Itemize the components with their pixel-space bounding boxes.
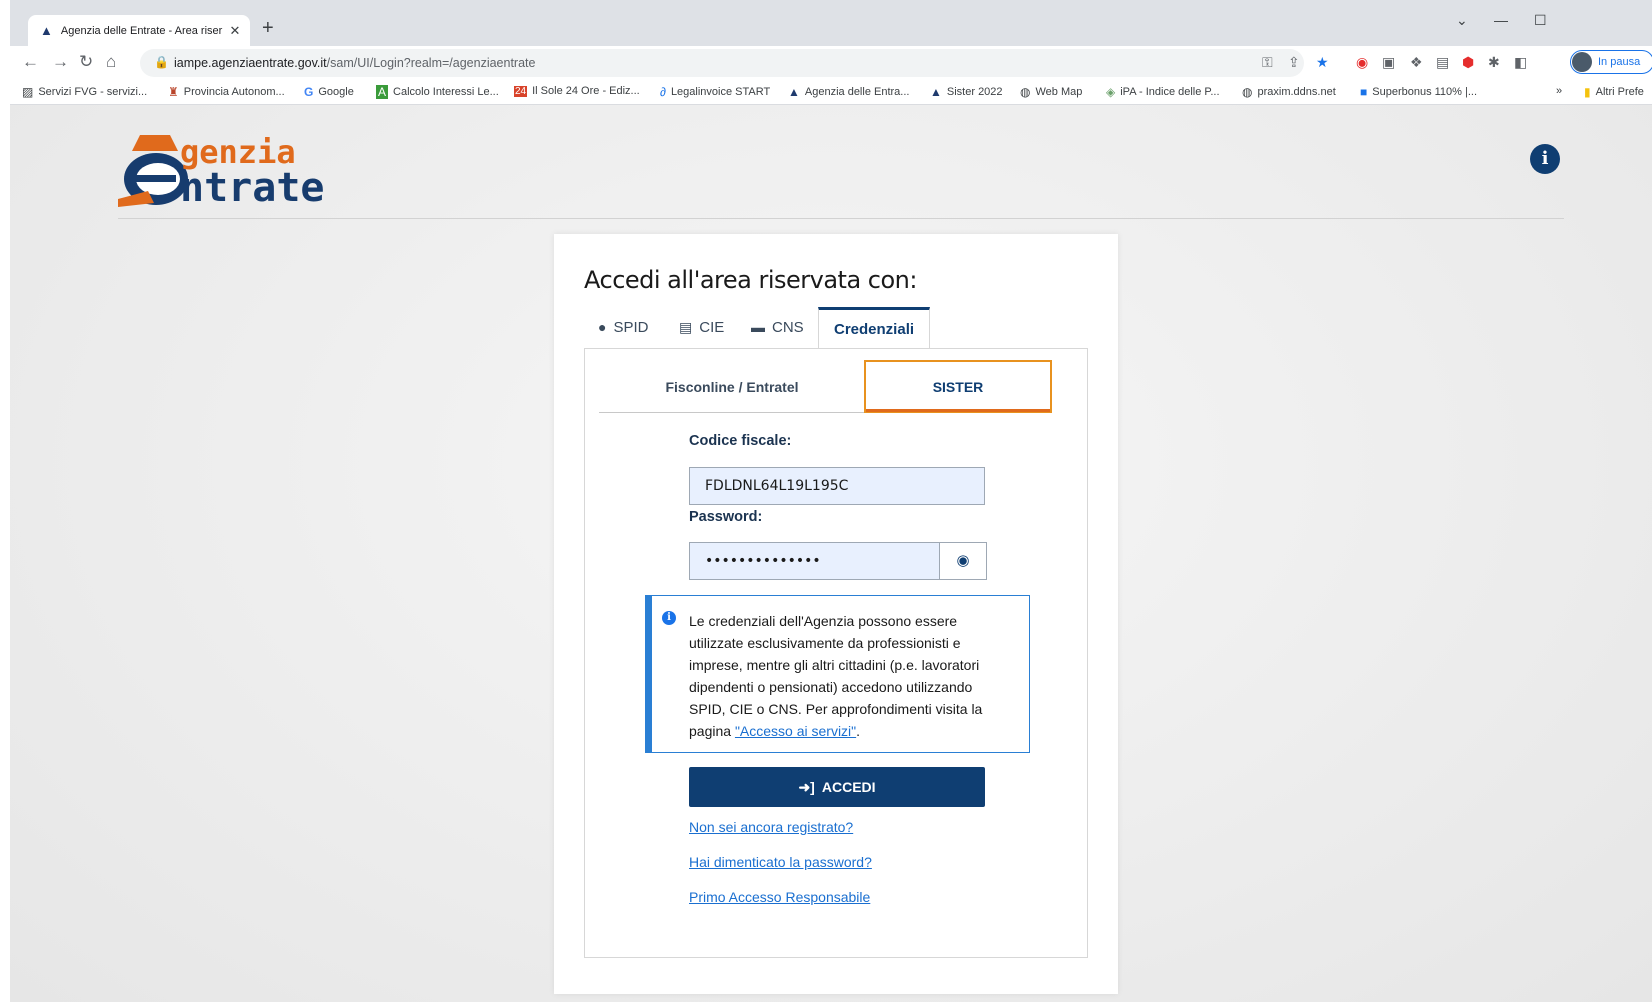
forward-icon[interactable]: → — [52, 52, 69, 72]
profile-status: In pausa — [1598, 56, 1641, 68]
reader-icon[interactable]: ▤ — [1436, 54, 1449, 71]
swirl-icon: ∂ — [660, 85, 666, 99]
codice-fiscale-input[interactable]: FDLDNL64L19L195C — [689, 467, 985, 505]
bookmark-item[interactable]: ◈ iPA - Indice delle P... — [1106, 85, 1220, 99]
bookmark-item[interactable]: ♜ Provincia Autonom... — [168, 85, 285, 99]
folder-icon: ▮ — [1584, 85, 1591, 99]
24-icon: 24 — [514, 85, 528, 97]
new-tab-button[interactable]: + — [262, 18, 274, 38]
address-bar[interactable]: 🔒 iampe.agenziaentrate.gov.it/sam/UI/Log… — [140, 49, 1304, 77]
browser-tab[interactable]: ▲ Agenzia delle Entrate - Area riser ✕ — [28, 15, 250, 46]
bookmark-item[interactable]: ■ Superbonus 110% |... — [1360, 85, 1477, 99]
id-card-icon: ▤ — [679, 318, 693, 335]
logo-mark-icon — [118, 135, 188, 207]
bookmark-item[interactable]: ∂ Legalinvoice START — [660, 85, 770, 99]
user-circle-icon: ● — [598, 319, 607, 335]
agenzia-icon: ▲ — [788, 85, 800, 99]
bookmarks-bar: ▨ Servizi FVG - servizi... ♜ Provincia Aut… — [10, 80, 1652, 105]
codice-fiscale-label: Codice fiscale: — [689, 433, 792, 449]
bookmark-item[interactable]: ▨ Servizi FVG - servizi... — [22, 85, 147, 99]
crest-icon: ♜ — [168, 85, 179, 99]
diamond-icon: ◈ — [1106, 85, 1116, 99]
logo-text-line2: ntrate — [180, 165, 325, 211]
bookmark-item[interactable]: ◍ Web Map — [1020, 85, 1082, 99]
lock-icon: 🔒 — [154, 55, 169, 69]
google-icon: G — [304, 85, 314, 99]
password-label: Password: — [689, 509, 763, 525]
profile-button[interactable]: In pausa — [1570, 50, 1652, 74]
page-title: Accedi all'area riservata con: — [584, 266, 917, 294]
bookmark-item[interactable]: 24 Il Sole 24 Ore - Ediz... — [514, 85, 640, 97]
square-icon: ■ — [1360, 85, 1368, 99]
notice-text: Le credenziali dell'Agenzia possono esse… — [689, 613, 983, 739]
info-notice: i Le credenziali dell'Agenzia possono es… — [645, 595, 1030, 753]
password-input[interactable]: •••••••••••••• — [689, 542, 941, 580]
puzzle-extensions-icon[interactable]: ✱ — [1488, 54, 1500, 71]
tab-spid[interactable]: ● SPID — [598, 306, 648, 348]
tab-cns[interactable]: ▬ CNS — [751, 306, 804, 348]
tab-cie[interactable]: ▤ CIE — [679, 306, 724, 348]
maximize-icon[interactable]: ☐ — [1534, 12, 1547, 29]
globe-icon: ◍ — [1242, 85, 1253, 99]
back-icon[interactable]: ← — [22, 52, 39, 72]
minimize-icon[interactable]: — — [1494, 12, 1508, 28]
globe-icon: ◍ — [1020, 85, 1031, 99]
avatar — [1572, 52, 1592, 72]
header-divider — [118, 218, 1564, 219]
opera-extension-icon[interactable]: ◉ — [1356, 54, 1368, 71]
notice-info-icon: i — [662, 611, 676, 625]
side-panel-icon[interactable]: ◧ — [1514, 54, 1527, 71]
bookmark-item[interactable]: ▲ Sister 2022 — [930, 85, 1003, 99]
credit-card-icon: ▬ — [751, 319, 765, 335]
page-content: genzia ntrate i Accedi all'area riservat… — [10, 105, 1652, 1002]
subtab-fisconline[interactable]: Fisconline / Entratel — [599, 360, 865, 413]
image-icon: ▨ — [22, 85, 34, 99]
bookmark-item[interactable]: G Google — [304, 85, 354, 99]
bookmark-item[interactable]: A Calcolo Interessi Le... — [376, 85, 499, 99]
bookmark-item[interactable]: ▲ Agenzia delle Entra... — [788, 85, 909, 99]
register-link[interactable]: Non sei ancora registrato? — [689, 819, 853, 835]
credentials-panel: Fisconline / Entratel SISTER Codice fisc… — [584, 348, 1088, 958]
subtab-divider — [599, 412, 879, 413]
other-bookmarks-folder[interactable]: ▮ Altri Prefe — [1584, 85, 1644, 99]
url-text: iampe.agenziaentrate.gov.it/sam/UI/Login… — [174, 56, 536, 70]
more-bookmarks-button[interactable]: » — [1556, 85, 1562, 97]
accedi-button[interactable]: ➜] ACCEDI — [689, 767, 985, 807]
extension-icon[interactable]: ▣ — [1382, 54, 1395, 71]
dropbox-icon[interactable]: ❖ — [1410, 54, 1423, 71]
agenzia-icon: ▲ — [930, 85, 942, 99]
forgot-password-link[interactable]: Hai dimenticato la password? — [689, 854, 872, 870]
tab-strip: ▲ Agenzia delle Entrate - Area riser ✕ +… — [0, 0, 1652, 46]
star-bookmark-icon[interactable]: ★ — [1316, 54, 1329, 71]
tab-search-icon[interactable]: ⌄ — [1456, 12, 1468, 29]
browser-toolbar: ← → ↻ ⌂ 🔒 iampe.agenziaentrate.gov.it/sa… — [10, 46, 1652, 80]
tab-title: Agenzia delle Entrate - Area riser — [60, 24, 223, 37]
reload-icon[interactable]: ↻ — [79, 52, 93, 72]
login-card: Accedi all'area riservata con: ● SPID ▤ CI… — [554, 234, 1118, 994]
adblock-icon[interactable]: ⬢ — [1462, 54, 1474, 71]
tab-credenziali[interactable]: Credenziali — [818, 307, 931, 348]
close-tab-icon[interactable]: ✕ — [226, 23, 244, 39]
accesso-servizi-link[interactable]: "Accesso ai servizi" — [735, 723, 856, 739]
bookmark-item[interactable]: ◍ praxim.ddns.net — [1242, 85, 1336, 99]
home-icon[interactable]: ⌂ — [106, 52, 116, 72]
agenzia-favicon-icon: ▲ — [40, 23, 53, 38]
info-icon[interactable]: i — [1530, 144, 1560, 174]
sign-in-icon: ➜] — [798, 778, 815, 795]
primo-accesso-link[interactable]: Primo Accesso Responsabile — [689, 889, 870, 905]
subtab-sister[interactable]: SISTER — [864, 360, 1052, 413]
show-password-eye-icon[interactable]: ◉ — [939, 542, 987, 580]
a-icon: A — [376, 85, 389, 99]
share-icon[interactable]: ⇪ — [1288, 54, 1300, 71]
key-icon[interactable]: ⚿ — [1262, 54, 1273, 71]
